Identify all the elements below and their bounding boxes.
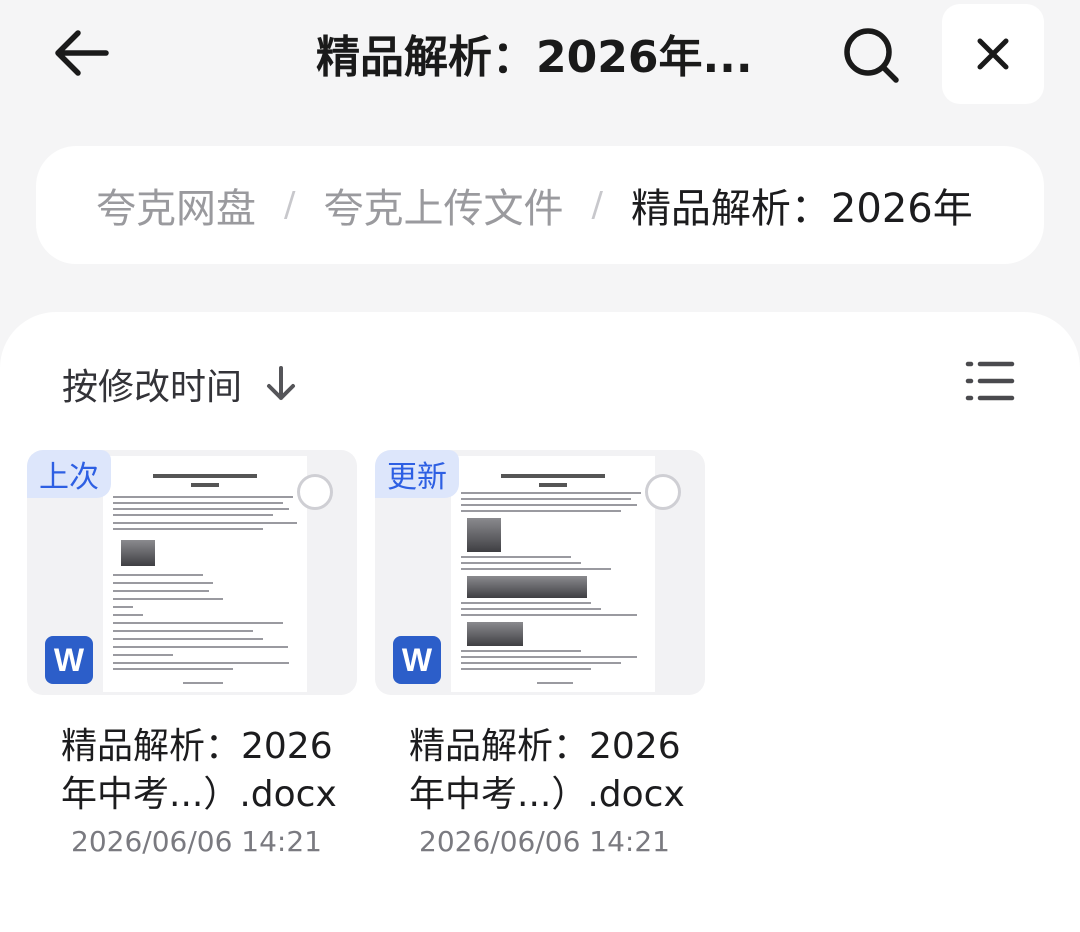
word-icon: W	[393, 636, 441, 684]
word-icon: W	[45, 636, 93, 684]
search-button[interactable]	[838, 22, 904, 88]
breadcrumb-separator: /	[284, 185, 296, 225]
close-button[interactable]	[942, 4, 1044, 104]
file-card[interactable]: 上次 W 精品解析：2026年中考...）.docx 2026/06/06 14…	[27, 450, 357, 858]
sort-button[interactable]: 按修改时间	[62, 360, 298, 408]
file-date: 2026/06/06 14:21	[71, 825, 322, 858]
search-icon	[844, 28, 899, 83]
file-name[interactable]: 精品解析：2026年中考...）.docx	[27, 723, 357, 819]
page-title: 精品解析：2026年...	[316, 32, 753, 83]
file-card[interactable]: 更新 W 精品解析：2026年中考...）.docx 2026/06/06 14…	[375, 450, 705, 858]
back-button[interactable]	[48, 20, 114, 86]
breadcrumb-item-current: 精品解析：2026年	[630, 186, 973, 232]
breadcrumb-item-uploads[interactable]: 夸克上传文件	[323, 176, 563, 234]
file-panel: 按修改时间 上次 W 精品解析：2026年中考...）.docx 2026/06…	[0, 312, 1080, 932]
list-view-icon	[965, 361, 1015, 401]
document-preview	[451, 456, 655, 692]
top-bar: 精品解析：2026年...	[0, 0, 1080, 120]
arrow-down-icon	[264, 365, 298, 403]
close-icon	[977, 38, 1009, 70]
select-checkbox[interactable]	[297, 474, 333, 510]
sort-label: 按修改时间	[62, 367, 243, 408]
status-badge: 上次	[27, 450, 111, 498]
file-thumbnail[interactable]: 上次 W	[27, 450, 357, 695]
view-toggle-button[interactable]	[964, 358, 1016, 404]
back-arrow-icon	[55, 30, 109, 76]
breadcrumb-item-root[interactable]: 夸克网盘	[96, 176, 256, 234]
breadcrumb: 夸克网盘 / 夸克上传文件 / 精品解析：2026年	[36, 146, 1044, 264]
document-preview	[103, 456, 307, 692]
file-date: 2026/06/06 14:21	[419, 825, 670, 858]
status-badge: 更新	[375, 450, 459, 498]
breadcrumb-separator: /	[591, 185, 603, 225]
file-thumbnail[interactable]: 更新 W	[375, 450, 705, 695]
file-name[interactable]: 精品解析：2026年中考...）.docx	[375, 723, 705, 819]
select-checkbox[interactable]	[645, 474, 681, 510]
